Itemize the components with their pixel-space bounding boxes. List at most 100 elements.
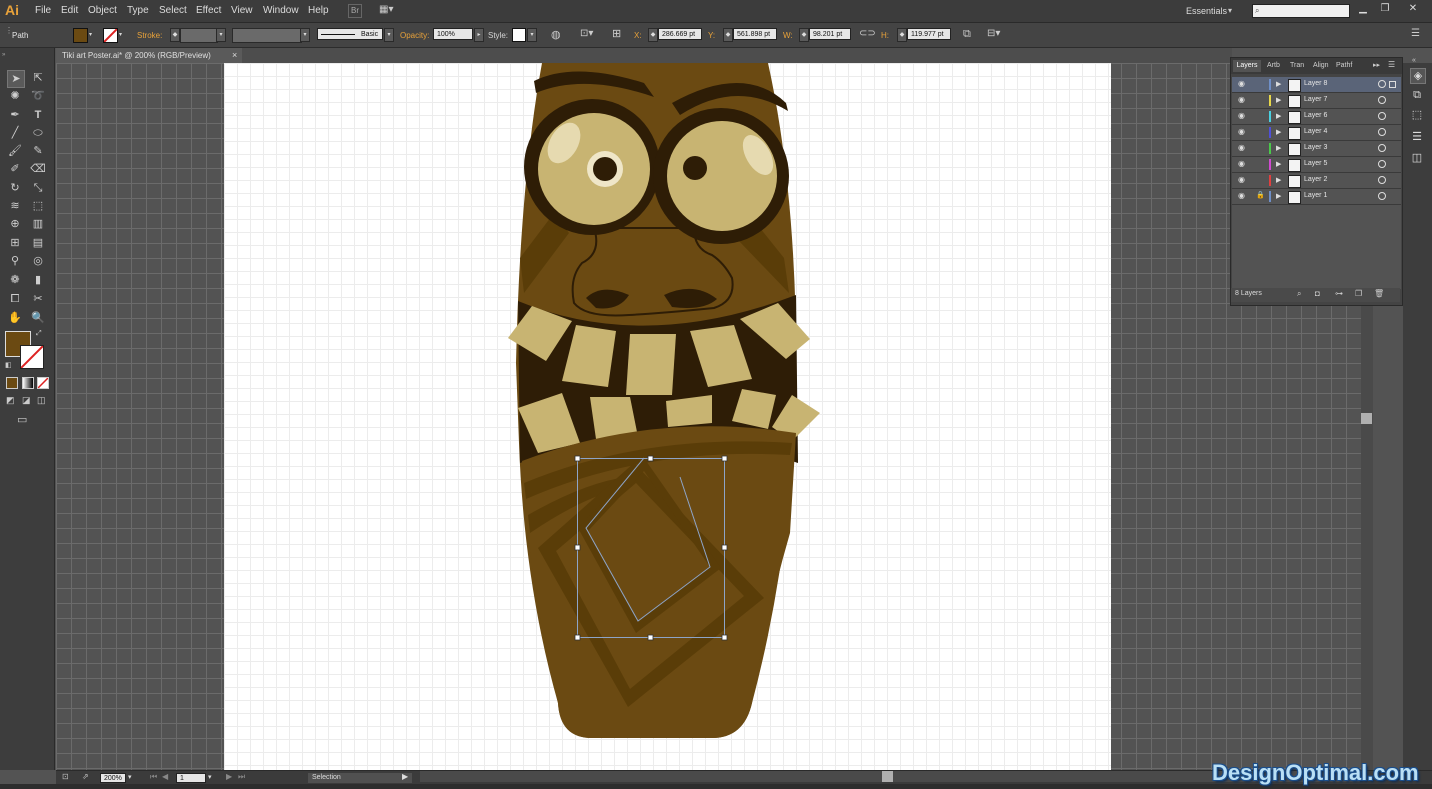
recolor-artwork-icon[interactable]: ◍ xyxy=(551,28,561,41)
eyedropper-tool-icon[interactable]: ⚲ xyxy=(7,253,23,269)
y-field[interactable]: 561.898 pt xyxy=(733,28,777,40)
draw-inside-icon[interactable]: ◫ xyxy=(37,395,46,406)
color-mode-icon[interactable] xyxy=(6,377,18,389)
layer-row[interactable]: ◉ 🔒 ▶ Layer 1 xyxy=(1232,189,1401,205)
toolbox-collapse-icon[interactable]: » xyxy=(2,52,5,58)
mesh-tool-icon[interactable]: ⊞ xyxy=(7,235,23,251)
magic-wand-tool-icon[interactable]: ✺ xyxy=(7,88,23,104)
stroke-dropdown-icon[interactable]: ▾ xyxy=(119,31,122,38)
align-dock-icon[interactable]: ☰ xyxy=(1410,130,1424,144)
eye-icon[interactable]: ◉ xyxy=(1238,143,1245,152)
target-circle-icon[interactable] xyxy=(1378,144,1386,152)
prev-artboard-icon[interactable]: ◀ xyxy=(162,772,168,781)
chevron-down-icon[interactable]: ▾ xyxy=(1228,6,1232,15)
stroke-weight-dropdown[interactable]: ▾ xyxy=(216,28,226,42)
layer-row[interactable]: ◉ ▶ Layer 6 xyxy=(1232,109,1401,125)
horizontal-scroll-thumb[interactable] xyxy=(882,771,893,782)
status-menu-icon[interactable]: ▶ xyxy=(402,772,408,781)
graph-tool-icon[interactable]: ▮ xyxy=(30,272,46,288)
pencil-tool-icon[interactable]: ✎ xyxy=(30,143,46,159)
line-tool-icon[interactable]: ╱ xyxy=(7,125,23,141)
default-colors-icon[interactable]: ◧ xyxy=(5,361,12,369)
eye-icon[interactable]: ◉ xyxy=(1238,191,1245,200)
minimize-button[interactable]: ▁ xyxy=(1354,3,1372,15)
artboard-tool-icon[interactable]: ⧠ xyxy=(7,291,23,307)
target-circle-icon[interactable] xyxy=(1378,192,1386,200)
layer-name[interactable]: Layer 6 xyxy=(1304,112,1327,119)
w-field[interactable]: 98.201 pt xyxy=(809,28,851,40)
layer-name[interactable]: Layer 8 xyxy=(1304,80,1327,87)
brush-dropdown[interactable]: ▾ xyxy=(384,28,394,42)
tiki-artwork[interactable] xyxy=(224,63,1111,770)
transform-dock-icon[interactable]: ⬚ xyxy=(1410,108,1424,122)
status-readout[interactable]: Selection xyxy=(308,773,412,783)
first-artboard-icon[interactable]: ⏮ xyxy=(150,772,157,782)
expand-triangle-icon[interactable]: ▶ xyxy=(1276,176,1281,184)
tab-align[interactable]: Align xyxy=(1313,60,1329,72)
layers-empty-area[interactable] xyxy=(1232,205,1401,289)
next-artboard-icon[interactable]: ▶ xyxy=(226,772,232,781)
pen-tool-icon[interactable]: ✒ xyxy=(7,107,23,123)
menu-type[interactable]: Type xyxy=(127,5,149,16)
zoom-tool-icon[interactable]: 🔍 xyxy=(30,310,46,326)
menu-help[interactable]: Help xyxy=(308,5,329,16)
arrange-documents-icon[interactable]: ▦▾ xyxy=(379,4,397,16)
hand-tool-icon[interactable]: ✋ xyxy=(7,310,23,326)
reference-point-icon[interactable]: ⊞ xyxy=(612,27,621,40)
pathfinder-dock-icon[interactable]: ◫ xyxy=(1410,151,1424,165)
graphic-style-swatch[interactable] xyxy=(512,28,526,42)
last-artboard-icon[interactable]: ⏭ xyxy=(238,772,245,782)
expand-triangle-icon[interactable]: ▶ xyxy=(1276,144,1281,152)
make-clipping-mask-icon[interactable]: ◘ xyxy=(1315,289,1320,298)
new-layer-icon[interactable]: ❐ xyxy=(1355,289,1362,298)
blob-brush-tool-icon[interactable]: ✐ xyxy=(7,161,23,177)
artboards-dock-icon[interactable]: ⧉ xyxy=(1410,88,1424,102)
symbol-sprayer-tool-icon[interactable]: ❁ xyxy=(7,272,23,288)
stroke-label[interactable]: Stroke: xyxy=(137,31,162,40)
menu-window[interactable]: Window xyxy=(263,5,299,16)
layer-name[interactable]: Layer 3 xyxy=(1304,144,1327,151)
type-tool-icon[interactable]: T xyxy=(30,107,46,123)
panel-menu-icon[interactable]: ☰ xyxy=(1388,60,1395,69)
restore-button[interactable]: ❐ xyxy=(1376,3,1394,15)
opacity-dropdown[interactable]: ▸ xyxy=(474,28,484,42)
stroke-color-swatch[interactable] xyxy=(20,345,44,369)
layers-dock-icon[interactable]: ◈ xyxy=(1410,68,1426,84)
target-circle-icon[interactable] xyxy=(1378,160,1386,168)
tab-layers[interactable]: Layers xyxy=(1233,60,1261,72)
isolate-icon[interactable]: ⊟▾ xyxy=(987,28,1000,39)
document-tab[interactable]: Tiki art Poster.ai* @ 200% (RGB/Preview) xyxy=(56,48,242,63)
menu-select[interactable]: Select xyxy=(159,5,187,16)
menu-object[interactable]: Object xyxy=(88,5,117,16)
dock-expand-icon[interactable]: « xyxy=(1412,57,1416,64)
open-in-bridge-icon[interactable]: ⇗ xyxy=(82,772,89,781)
blend-tool-icon[interactable]: ◎ xyxy=(30,253,46,269)
w-stepper[interactable]: ◆ xyxy=(799,28,809,42)
gradient-mode-icon[interactable] xyxy=(22,377,34,389)
draw-normal-icon[interactable]: ◩ xyxy=(6,395,15,406)
zoom-field[interactable]: 200% xyxy=(100,773,126,783)
handle-bottom-middle[interactable] xyxy=(647,634,654,641)
fill-dropdown-icon[interactable]: ▾ xyxy=(89,31,92,38)
opacity-field[interactable]: 100% xyxy=(433,28,473,40)
target-circle-icon[interactable] xyxy=(1378,176,1386,184)
artboard-dropdown-icon[interactable]: ▾ xyxy=(208,773,212,781)
scale-tool-icon[interactable]: ⤡ xyxy=(30,180,46,196)
layer-name[interactable]: Layer 2 xyxy=(1304,176,1327,183)
target-circle-icon[interactable] xyxy=(1378,80,1386,88)
h-stepper[interactable]: ◆ xyxy=(897,28,907,42)
delete-layer-icon[interactable]: 🗑 xyxy=(1374,289,1384,298)
draw-behind-icon[interactable]: ◪ xyxy=(22,395,31,406)
menu-edit[interactable]: Edit xyxy=(61,5,78,16)
direct-selection-tool-icon[interactable]: ⇱ xyxy=(30,70,46,86)
target-circle-icon[interactable] xyxy=(1378,96,1386,104)
right-eye[interactable] xyxy=(667,121,777,231)
artboard-navigator-icon[interactable]: ⊡ xyxy=(62,772,69,781)
opacity-label[interactable]: Opacity: xyxy=(400,31,429,40)
eye-icon[interactable]: ◉ xyxy=(1238,159,1245,168)
handle-bottom-left[interactable] xyxy=(574,634,581,641)
layer-row[interactable]: ◉ ▶ Layer 3 xyxy=(1232,141,1401,157)
stroke-swatch[interactable] xyxy=(103,28,118,43)
handle-top-middle[interactable] xyxy=(647,455,654,462)
target-circle-icon[interactable] xyxy=(1378,112,1386,120)
